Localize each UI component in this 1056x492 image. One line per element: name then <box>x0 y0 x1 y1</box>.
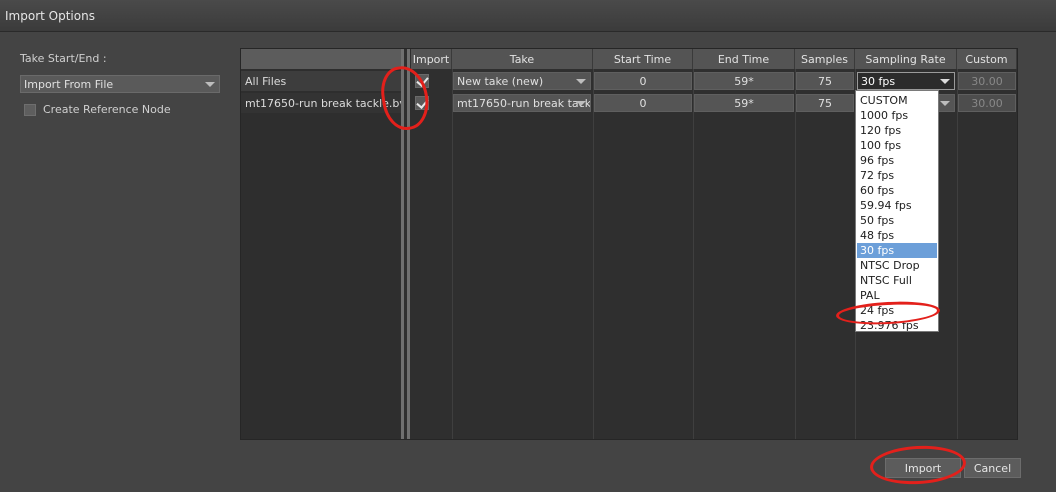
fps-option[interactable]: 120 fps <box>857 123 937 138</box>
take-dropdown-value: New take (new) <box>457 75 544 88</box>
title-bar: Import Options <box>0 0 1056 32</box>
fps-option[interactable]: 60 fps <box>857 183 937 198</box>
column-header-samples[interactable]: Samples <box>795 49 855 69</box>
fps-option[interactable]: 48 fps <box>857 228 937 243</box>
sampling-rate-dropdown-all-files[interactable]: 30 fps <box>857 72 955 90</box>
fps-option[interactable]: CUSTOM <box>857 93 937 108</box>
chevron-down-icon <box>576 101 586 106</box>
chevron-down-icon <box>576 79 586 84</box>
take-dropdown-all-files[interactable]: New take (new) <box>453 72 591 90</box>
chevron-down-icon <box>940 79 950 84</box>
files-header <box>241 49 401 69</box>
start-time-cell[interactable]: 0 <box>594 72 692 90</box>
column-header-end-time[interactable]: End Time <box>693 49 795 69</box>
sampling-rate-value: 30 fps <box>861 75 896 88</box>
file-row-bvh[interactable]: mt17650-run break tackle.bvh <box>241 93 401 113</box>
samples-cell[interactable]: 75 <box>796 94 854 112</box>
samples-cell[interactable]: 75 <box>796 72 854 90</box>
column-divider <box>452 69 453 439</box>
file-row-all-files[interactable]: All Files <box>241 71 401 91</box>
fps-option[interactable]: 72 fps <box>857 168 937 183</box>
chevron-down-icon <box>205 82 215 87</box>
column-divider <box>693 69 694 439</box>
take-start-end-dropdown[interactable]: Import From File <box>20 75 220 93</box>
files-column: All Files mt17650-run break tackle.bvh <box>241 49 401 439</box>
fps-option[interactable]: NTSC Drop <box>857 258 937 273</box>
fps-option[interactable]: 59.94 fps <box>857 198 937 213</box>
custom-rate-cell[interactable]: 30.00 <box>958 94 1016 112</box>
take-dropdown-bvh[interactable]: mt17650-run break tack... <box>453 94 591 112</box>
window-title: Import Options <box>5 9 95 23</box>
take-start-end-value: Import From File <box>24 78 114 91</box>
fps-option[interactable]: 50 fps <box>857 213 937 228</box>
column-header-sampling-rate[interactable]: Sampling Rate <box>855 49 957 69</box>
end-time-cell[interactable]: 59* <box>694 94 794 112</box>
end-time-cell[interactable]: 59* <box>694 72 794 90</box>
start-time-cell[interactable]: 0 <box>594 94 692 112</box>
column-header-custom[interactable]: Custom <box>957 49 1017 69</box>
column-divider <box>957 69 958 439</box>
create-reference-node-label: Create Reference Node <box>43 103 171 116</box>
fps-option[interactable]: 1000 fps <box>857 108 937 123</box>
create-reference-node-checkbox[interactable] <box>24 104 36 116</box>
fps-option[interactable]: 100 fps <box>857 138 937 153</box>
column-header-import[interactable]: Import <box>411 49 452 69</box>
fps-option[interactable]: 96 fps <box>857 153 937 168</box>
column-divider <box>593 69 594 439</box>
column-header-take[interactable]: Take <box>452 49 593 69</box>
column-header-start-time[interactable]: Start Time <box>593 49 693 69</box>
fps-option-selected[interactable]: 30 fps <box>857 243 937 258</box>
fps-option[interactable]: NTSC Full <box>857 273 937 288</box>
chevron-down-icon <box>940 101 950 106</box>
take-start-end-label: Take Start/End : <box>20 52 107 65</box>
cancel-button[interactable]: Cancel <box>964 458 1021 478</box>
column-divider <box>795 69 796 439</box>
take-dropdown-value: mt17650-run break tack... <box>457 97 591 110</box>
sampling-rate-options-list: CUSTOM 1000 fps 120 fps 100 fps 96 fps 7… <box>855 90 939 332</box>
custom-rate-cell[interactable]: 30.00 <box>958 72 1016 90</box>
